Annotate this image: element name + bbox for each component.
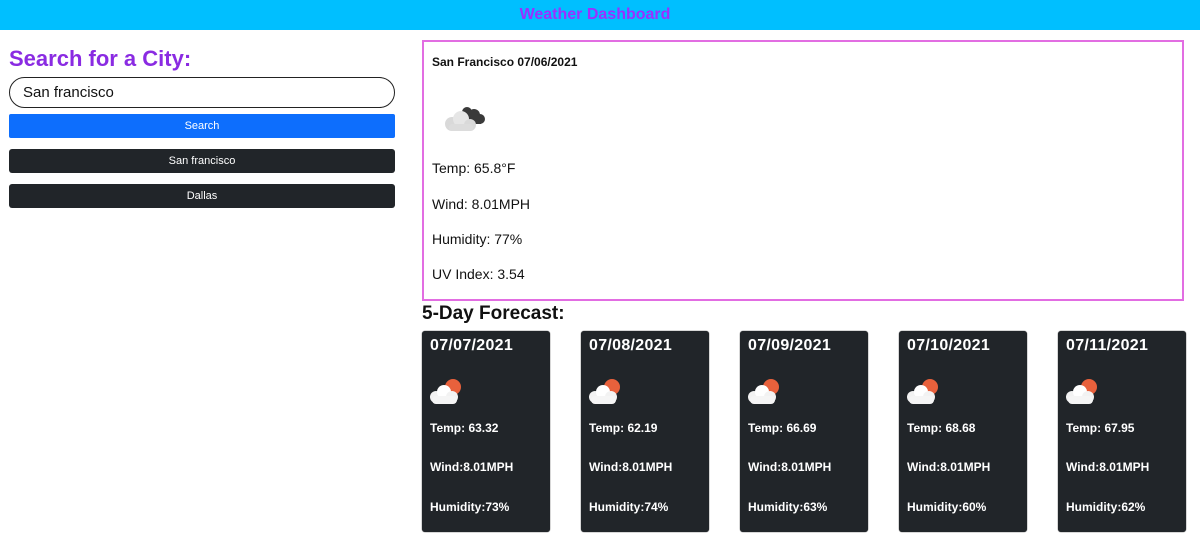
- search-heading: Search for a City:: [9, 46, 192, 71]
- forecast-wind: Wind:8.01MPH: [907, 460, 991, 474]
- cloudy-icon: [445, 107, 485, 131]
- current-temp: Temp: 65.8°F: [432, 160, 516, 176]
- partly-cloudy-icon: [1066, 379, 1097, 404]
- current-wind: Wind: 8.01MPH: [432, 196, 531, 212]
- forecast-temp: Temp: 68.68: [907, 421, 976, 435]
- forecast-humidity: Humidity:73%: [430, 500, 510, 514]
- search-button[interactable]: Search: [9, 114, 395, 138]
- forecast-humidity: Humidity:62%: [1066, 500, 1146, 514]
- forecast-date: 07/07/2021: [430, 337, 514, 354]
- partly-cloudy-icon: [589, 379, 620, 404]
- forecast-temp: Temp: 66.69: [748, 421, 817, 435]
- page-title: Weather Dashboard: [519, 6, 671, 23]
- forecast-wind: Wind:8.01MPH: [1066, 460, 1150, 474]
- partly-cloudy-icon: [430, 379, 461, 404]
- forecast-humidity: Humidity:74%: [589, 500, 669, 514]
- forecast-wind: Wind:8.01MPH: [589, 460, 673, 474]
- forecast-date: 07/10/2021: [907, 337, 991, 354]
- search-panel: Search for a City: Search San francisco …: [9, 44, 395, 208]
- current-city-date: San Francisco 07/06/2021: [432, 55, 578, 69]
- forecast-card: 07/10/2021 Temp: 68.68 Wind:8.01MPH Humi…: [899, 331, 1027, 532]
- forecast-date: 07/08/2021: [589, 337, 673, 354]
- top-bar: Weather Dashboard: [0, 0, 1200, 30]
- forecast-date: 07/11/2021: [1066, 337, 1149, 354]
- history-button-san-francisco[interactable]: San francisco: [9, 149, 395, 173]
- forecast-card: 07/11/2021 Temp: 67.95 Wind:8.01MPH Humi…: [1058, 331, 1186, 532]
- history-button-dallas[interactable]: Dallas: [9, 184, 395, 208]
- current-uv-index: UV Index: 3.54: [432, 266, 525, 282]
- forecast-humidity: Humidity:60%: [907, 500, 987, 514]
- partly-cloudy-icon: [907, 379, 938, 404]
- forecast-temp: Temp: 67.95: [1066, 421, 1135, 435]
- city-search-input[interactable]: [9, 77, 395, 108]
- forecast-humidity: Humidity:63%: [748, 500, 828, 514]
- forecast-temp: Temp: 63.32: [430, 421, 499, 435]
- forecast-card: 07/09/2021 Temp: 66.69 Wind:8.01MPH Humi…: [740, 331, 868, 532]
- forecast-card: 07/07/2021 Temp: 63.32 Wind:8.01MPH Humi…: [422, 331, 550, 532]
- forecast-heading: 5-Day Forecast:: [422, 303, 565, 324]
- current-weather-panel: San Francisco 07/06/2021 Temp: 65.8°F Wi…: [422, 40, 1184, 301]
- forecast-temp: Temp: 62.19: [589, 421, 658, 435]
- partly-cloudy-icon: [748, 379, 779, 404]
- forecast-card: 07/08/2021 Temp: 62.19 Wind:8.01MPH Humi…: [581, 331, 709, 532]
- current-humidity: Humidity: 77%: [432, 231, 523, 247]
- forecast-wind: Wind:8.01MPH: [748, 460, 832, 474]
- forecast-date: 07/09/2021: [748, 337, 832, 354]
- forecast-wind: Wind:8.01MPH: [430, 460, 514, 474]
